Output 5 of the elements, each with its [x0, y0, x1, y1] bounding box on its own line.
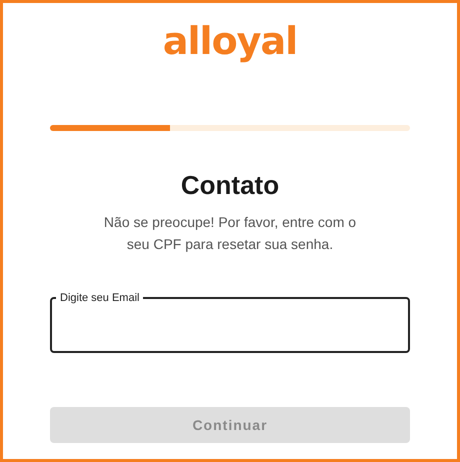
description-text: Não se preocupe! Por favor, entre com o seu CPF para resetar sua senha.: [102, 213, 358, 254]
logo: alloyal: [162, 19, 298, 63]
email-field[interactable]: Digite seu Email: [50, 291, 410, 353]
field-label: Digite seu Email: [59, 291, 140, 305]
page-title: Contato: [180, 169, 280, 201]
